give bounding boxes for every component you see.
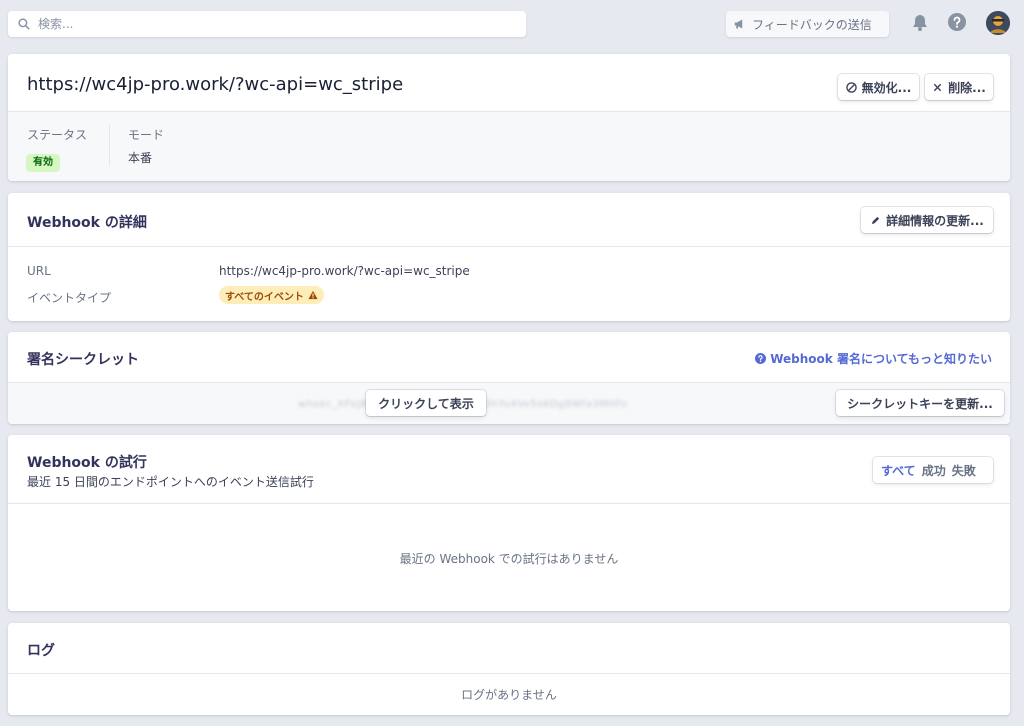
divider xyxy=(8,673,1010,674)
mode-label: モード xyxy=(128,128,165,142)
attempts-card: Webhook の試行 最近 15 日間のエンドポイントへのイベント送信試行 す… xyxy=(8,435,1010,611)
filter-all[interactable]: すべて xyxy=(881,462,916,479)
help-button[interactable] xyxy=(947,12,967,32)
filter-failed[interactable]: 失敗 xyxy=(952,462,976,479)
logs-title: ログ xyxy=(27,643,55,659)
signature-help-label: Webhook 署名についてもっと知りたい xyxy=(770,352,992,366)
delete-label: 削除... xyxy=(948,80,986,95)
attempts-empty-state: 最近の Webhook での試行はありません xyxy=(399,552,619,566)
reveal-secret-button[interactable]: クリックして表示 xyxy=(366,390,486,416)
rotate-secret-button[interactable]: シークレットキーを更新... xyxy=(836,390,1004,416)
divider xyxy=(8,503,1010,504)
mode-value: 本番 xyxy=(128,151,153,165)
question-icon xyxy=(948,13,966,31)
avatar[interactable] xyxy=(986,11,1010,35)
search-icon xyxy=(18,18,30,30)
details-card: Webhook の詳細 詳細情報の更新... URL https://wc4jp… xyxy=(8,193,1010,321)
logs-card: ログ ログがありません xyxy=(8,623,1010,715)
bell-icon xyxy=(913,14,927,31)
close-icon xyxy=(933,83,942,91)
secret-card: 署名シークレット Webhook 署名についてもっと知りたい whsec_XFe… xyxy=(8,332,1010,424)
reveal-secret-label: クリックして表示 xyxy=(378,396,474,411)
logs-empty-state: ログがありません xyxy=(461,688,557,702)
search-input[interactable] xyxy=(38,17,498,31)
event-type-label: イベントタイプ xyxy=(27,291,112,305)
update-details-button[interactable]: 詳細情報の更新... xyxy=(861,207,993,233)
feedback-button[interactable]: フィードバックの送信 xyxy=(726,11,889,37)
endpoint-meta: ステータス 有効 モード 本番 xyxy=(8,112,1010,181)
secret-title: 署名シークレット xyxy=(27,352,139,368)
event-type-value: すべてのイベント xyxy=(225,291,304,303)
url-value: https://wc4jp-pro.work/?wc-api=wc_stripe xyxy=(219,264,470,278)
rotate-secret-label: シークレットキーを更新... xyxy=(847,396,993,411)
disable-button[interactable]: 無効化... xyxy=(838,74,919,100)
endpoint-card: https://wc4jp-pro.work/?wc-api=wc_stripe… xyxy=(8,54,1010,181)
disable-icon xyxy=(845,81,857,93)
attempts-title: Webhook の試行 xyxy=(27,455,147,471)
top-bar: フィードバックの送信 xyxy=(0,0,1024,46)
secret-bar: whsec_XFeJ8nAq2LmPc7TrZ9bdKw3hYu4Ve5s6Dg… xyxy=(8,383,1010,424)
megaphone-icon xyxy=(734,19,743,29)
notifications-button[interactable] xyxy=(910,12,930,32)
filter-success[interactable]: 成功 xyxy=(922,462,946,479)
meta-divider xyxy=(109,124,110,166)
search-box[interactable] xyxy=(8,11,526,37)
url-label: URL xyxy=(27,264,51,278)
feedback-label: フィードバックの送信 xyxy=(752,17,872,32)
question-icon xyxy=(755,353,767,364)
disable-label: 無効化... xyxy=(861,80,912,95)
event-type-badge: すべてのイベント xyxy=(219,286,324,304)
signature-help-link[interactable]: Webhook 署名についてもっと知りたい xyxy=(755,350,992,367)
pencil-icon xyxy=(871,216,880,224)
status-label: ステータス xyxy=(27,128,88,142)
attempts-subtitle: 最近 15 日間のエンドポイントへのイベント送信試行 xyxy=(27,475,314,489)
update-details-label: 詳細情報の更新... xyxy=(886,213,984,228)
attempts-filter: すべて 成功 失敗 xyxy=(873,457,993,483)
status-badge: 有効 xyxy=(26,154,60,172)
details-title: Webhook の詳細 xyxy=(27,215,147,231)
endpoint-url-title: https://wc4jp-pro.work/?wc-api=wc_stripe xyxy=(27,74,404,95)
user-avatar-icon xyxy=(986,11,1010,35)
divider xyxy=(8,246,1010,247)
warning-icon xyxy=(308,290,318,300)
delete-button[interactable]: 削除... xyxy=(925,74,993,100)
